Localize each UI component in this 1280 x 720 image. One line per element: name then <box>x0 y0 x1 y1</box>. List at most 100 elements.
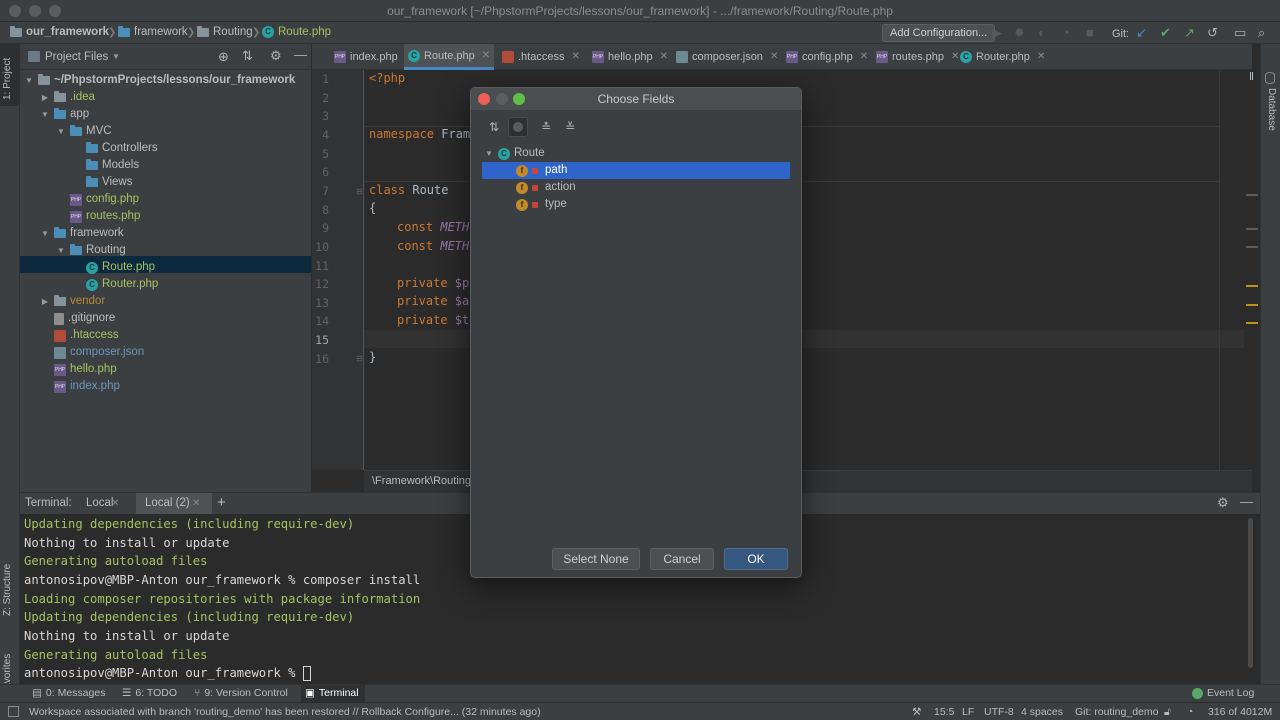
lock-icon[interactable]: 🔓︎ <box>1164 706 1171 719</box>
locate-icon[interactable]: ⊕ <box>218 49 229 65</box>
fold-marker-icon[interactable]: ⊟ <box>356 354 363 363</box>
search-everywhere-icon[interactable]: ⌕ <box>1258 26 1265 40</box>
sort-alphabetically-icon[interactable]: ⇅ <box>485 118 503 136</box>
tree-item[interactable]: C Route.php <box>72 259 155 276</box>
expand-all-icon[interactable]: ≛ <box>537 118 555 136</box>
editor-tab[interactable]: composer.json ✕ <box>672 44 782 70</box>
close-tab-icon[interactable]: ✕ <box>111 498 119 509</box>
close-tab-icon[interactable]: ✕ <box>860 44 868 70</box>
close-tab-icon[interactable]: ✕ <box>660 44 668 70</box>
add-configuration-button[interactable]: Add Configuration... <box>882 24 996 42</box>
close-tab-icon[interactable]: ✕ <box>770 44 778 70</box>
panel-toggle-icon[interactable] <box>8 706 19 717</box>
tree-item[interactable]: PHP index.php <box>40 378 120 395</box>
tree-item[interactable]: ▼ framework <box>40 225 124 242</box>
terminal-tab-local[interactable]: Local <box>86 497 114 509</box>
editor-error-stripe[interactable] <box>1244 70 1260 470</box>
editor-tab[interactable]: C Router.php ✕ <box>956 44 1049 70</box>
dialog-zoom-button[interactable] <box>513 93 525 105</box>
hide-icon[interactable]: — <box>1240 494 1253 509</box>
tree-item[interactable]: Models <box>72 157 139 174</box>
event-log-tool[interactable]: Event Log <box>1192 687 1254 699</box>
tree-item[interactable]: .htaccess <box>40 327 119 344</box>
tree-item[interactable]: ▼ Routing <box>56 242 126 259</box>
indent-setting[interactable]: 4 spaces <box>1021 706 1063 718</box>
tree-item[interactable]: PHP routes.php <box>56 208 140 225</box>
chevron-right-icon[interactable]: ▶ <box>40 89 50 106</box>
close-tab-icon[interactable]: ✕ <box>192 498 200 509</box>
terminal-tool[interactable]: ▣ Terminal <box>305 687 359 699</box>
gear-icon[interactable]: ⚙ <box>270 48 282 64</box>
class-node-route[interactable]: ▼ C Route <box>484 145 790 162</box>
tree-item[interactable]: Views <box>72 174 132 191</box>
version-control-tool[interactable]: ⑂ 9: Version Control <box>194 687 288 699</box>
chevron-down-icon[interactable]: ▼ <box>112 52 120 61</box>
chevron-down-icon[interactable]: ▼ <box>40 106 50 123</box>
messages-tool[interactable]: ▤ 0: Messages <box>32 687 105 699</box>
new-terminal-plus-icon[interactable]: + <box>217 494 226 511</box>
chevron-down-icon[interactable]: ▼ <box>40 225 50 242</box>
chevron-down-icon[interactable]: ▼ <box>56 242 66 259</box>
tree-item[interactable]: C Router.php <box>72 276 158 293</box>
git-update-icon[interactable]: ↙ <box>1136 26 1147 40</box>
stop-icon[interactable]: ■ <box>1086 26 1094 40</box>
collapse-all-icon[interactable]: ≚ <box>561 118 579 136</box>
rollback-icon[interactable]: ↺ <box>1207 26 1218 40</box>
select-none-button[interactable]: Select None <box>552 548 640 570</box>
presentation-icon[interactable]: ▭ <box>1234 26 1246 40</box>
field-item-action[interactable]: f action <box>482 179 790 196</box>
tree-item[interactable]: .gitignore <box>40 310 115 327</box>
breadcrumb-framework[interactable]: framework <box>118 25 188 38</box>
project-view-selector[interactable]: Project Files <box>45 51 108 63</box>
fold-marker-icon[interactable]: ⊟ <box>356 187 363 196</box>
caret-position[interactable]: 15:5 <box>934 706 954 718</box>
terminal-tab-local-2[interactable]: Local (2) <box>145 497 190 509</box>
profile-icon[interactable]: ◔ <box>1062 26 1070 40</box>
debug-icon[interactable]: ✹ <box>1014 26 1025 40</box>
chevron-right-icon[interactable]: ▶ <box>40 293 50 310</box>
editor-tab[interactable]: .htaccess ✕ <box>498 44 584 70</box>
chevron-down-icon[interactable]: ▼ <box>56 123 66 140</box>
breadcrumb-route-php[interactable]: C Route.php <box>262 26 331 38</box>
tree-item[interactable]: ▼ MVC <box>56 123 112 140</box>
ok-button[interactable]: OK <box>724 548 788 570</box>
editor-tab[interactable]: PHP routes.php ✕ <box>872 44 963 70</box>
gear-icon[interactable]: ⚙ <box>1217 495 1229 511</box>
close-tab-icon[interactable]: ✕ <box>1037 44 1045 70</box>
tree-item[interactable]: PHP hello.php <box>40 361 117 378</box>
tree-item[interactable]: Controllers <box>72 140 158 157</box>
breadcrumb-routing[interactable]: Routing <box>197 25 253 38</box>
field-item-type[interactable]: f type <box>482 196 790 213</box>
show-inherited-toggle[interactable] <box>508 117 528 137</box>
project-tool-tab[interactable]: 1: Project <box>2 58 13 100</box>
terminal-scrollbar[interactable] <box>1248 514 1254 684</box>
file-encoding[interactable]: UTF-8 <box>984 706 1014 718</box>
editor-tab[interactable]: PHP hello.php ✕ <box>588 44 672 70</box>
dialog-close-button[interactable] <box>478 93 490 105</box>
run-icon[interactable]: ▶ <box>992 26 1002 40</box>
close-tab-icon[interactable]: ✕ <box>482 43 490 69</box>
tree-item[interactable]: ▶ .idea <box>40 89 95 106</box>
editor-tab[interactable]: PHP config.php ✕ <box>782 44 872 70</box>
tree-item[interactable]: ▼ ~/PhpstormProjects/lessons/our_framewor… <box>24 72 295 89</box>
chevron-down-icon[interactable]: ▼ <box>24 72 34 89</box>
tree-item[interactable]: composer.json <box>40 344 144 361</box>
git-commit-icon[interactable]: ✔ <box>1160 26 1171 40</box>
hide-icon[interactable]: — <box>294 47 307 62</box>
field-item-path[interactable]: f path <box>482 162 790 179</box>
tree-item[interactable]: ▼ app <box>40 106 89 123</box>
git-branch[interactable]: Git: routing_demo <box>1075 706 1158 718</box>
structure-tool-tab[interactable]: Z: Structure <box>2 564 13 616</box>
close-tab-icon[interactable]: ✕ <box>571 44 579 70</box>
collapse-all-icon[interactable]: ⇅ <box>242 48 253 64</box>
git-tool-icon[interactable]: ⚒ <box>912 706 921 718</box>
breadcrumb-project[interactable]: our_framework <box>10 25 109 38</box>
line-separator[interactable]: LF <box>962 706 974 718</box>
cancel-button[interactable]: Cancel <box>650 548 714 570</box>
git-push-icon[interactable]: ↗ <box>1184 26 1195 40</box>
memory-indicator[interactable]: 316 of 4012M <box>1208 706 1272 718</box>
database-tool-tab[interactable]: Database <box>1266 88 1277 131</box>
scrollbar-thumb[interactable] <box>1248 518 1253 668</box>
tree-item[interactable]: ▶ vendor <box>40 293 105 310</box>
editor-tab[interactable]: C Route.php ✕ <box>404 43 495 70</box>
